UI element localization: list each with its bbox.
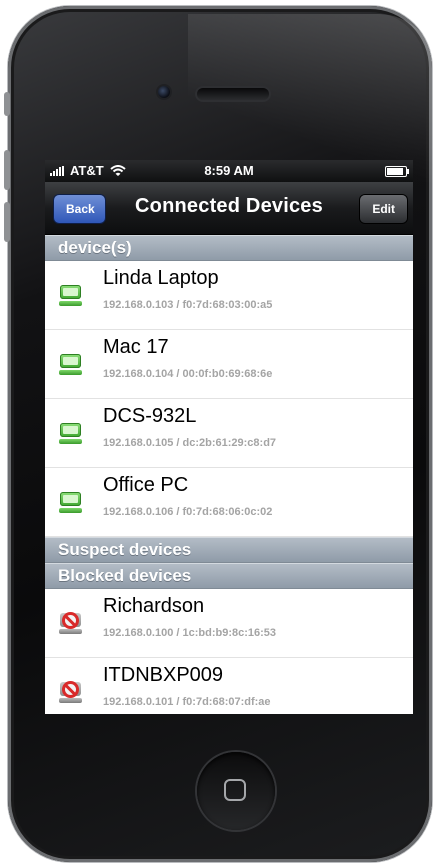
phone-screen: AT&T 8:59 AM Back Connected Devices Edit…: [45, 160, 413, 714]
computer-icon: [59, 354, 82, 376]
earpiece-speaker: [197, 88, 269, 100]
device-row[interactable]: Linda Laptop 192.168.0.103 / f0:7d:68:03…: [45, 261, 413, 330]
device-name: Linda Laptop: [103, 267, 219, 289]
computer-icon: [59, 285, 82, 307]
device-row[interactable]: DCS-932L 192.168.0.105 / dc:2b:61:29:c8:…: [45, 399, 413, 468]
blocked-computer-icon: [59, 681, 82, 704]
blocked-computer-icon: [59, 612, 82, 635]
device-name: Office PC: [103, 474, 189, 496]
page-title: Connected Devices: [135, 195, 323, 217]
computer-icon: [59, 423, 82, 445]
mute-switch: [4, 92, 10, 116]
device-name: ITDNBXP009: [103, 664, 224, 686]
front-camera: [158, 86, 170, 98]
section-header-suspect: Suspect devices: [45, 537, 413, 563]
device-address: 192.168.0.104 / 00:0f:b0:69:68:6e: [103, 368, 273, 380]
device-name: Richardson: [103, 595, 205, 617]
edit-button[interactable]: Edit: [360, 195, 407, 223]
status-bar: AT&T 8:59 AM: [45, 160, 413, 182]
device-address: 192.168.0.105 / dc:2b:61:29:c8:d7: [103, 437, 277, 449]
section-header-devices: device(s): [45, 235, 413, 261]
blocked-device-row[interactable]: Richardson 192.168.0.100 / 1c:bd:b9:8c:1…: [45, 589, 413, 658]
device-name: DCS-932L: [103, 405, 197, 427]
home-button[interactable]: [197, 752, 275, 830]
blocked-device-row[interactable]: ITDNBXP009 192.168.0.101 / f0:7d:68:07:d…: [45, 658, 413, 714]
device-address: 192.168.0.101 / f0:7d:68:07:df:ae: [103, 696, 271, 708]
device-address: 192.168.0.100 / 1c:bd:b9:8c:16:53: [103, 627, 277, 639]
volume-up-button: [4, 150, 10, 190]
home-square-icon: [224, 779, 246, 801]
device-row[interactable]: Mac 17 192.168.0.104 / 00:0f:b0:69:68:6e: [45, 330, 413, 399]
device-address: 192.168.0.106 / f0:7d:68:06:0c:02: [103, 506, 273, 518]
device-name: Mac 17: [103, 336, 169, 358]
status-time: 8:59 AM: [204, 163, 254, 178]
navigation-bar: Back Connected Devices Edit: [45, 182, 413, 235]
battery-icon: [385, 166, 409, 177]
section-header-blocked: Blocked devices: [45, 563, 413, 589]
computer-icon: [59, 492, 82, 514]
device-row[interactable]: Office PC 192.168.0.106 / f0:7d:68:06:0c…: [45, 468, 413, 537]
volume-down-button: [4, 202, 10, 242]
device-address: 192.168.0.103 / f0:7d:68:03:00:a5: [103, 299, 273, 311]
